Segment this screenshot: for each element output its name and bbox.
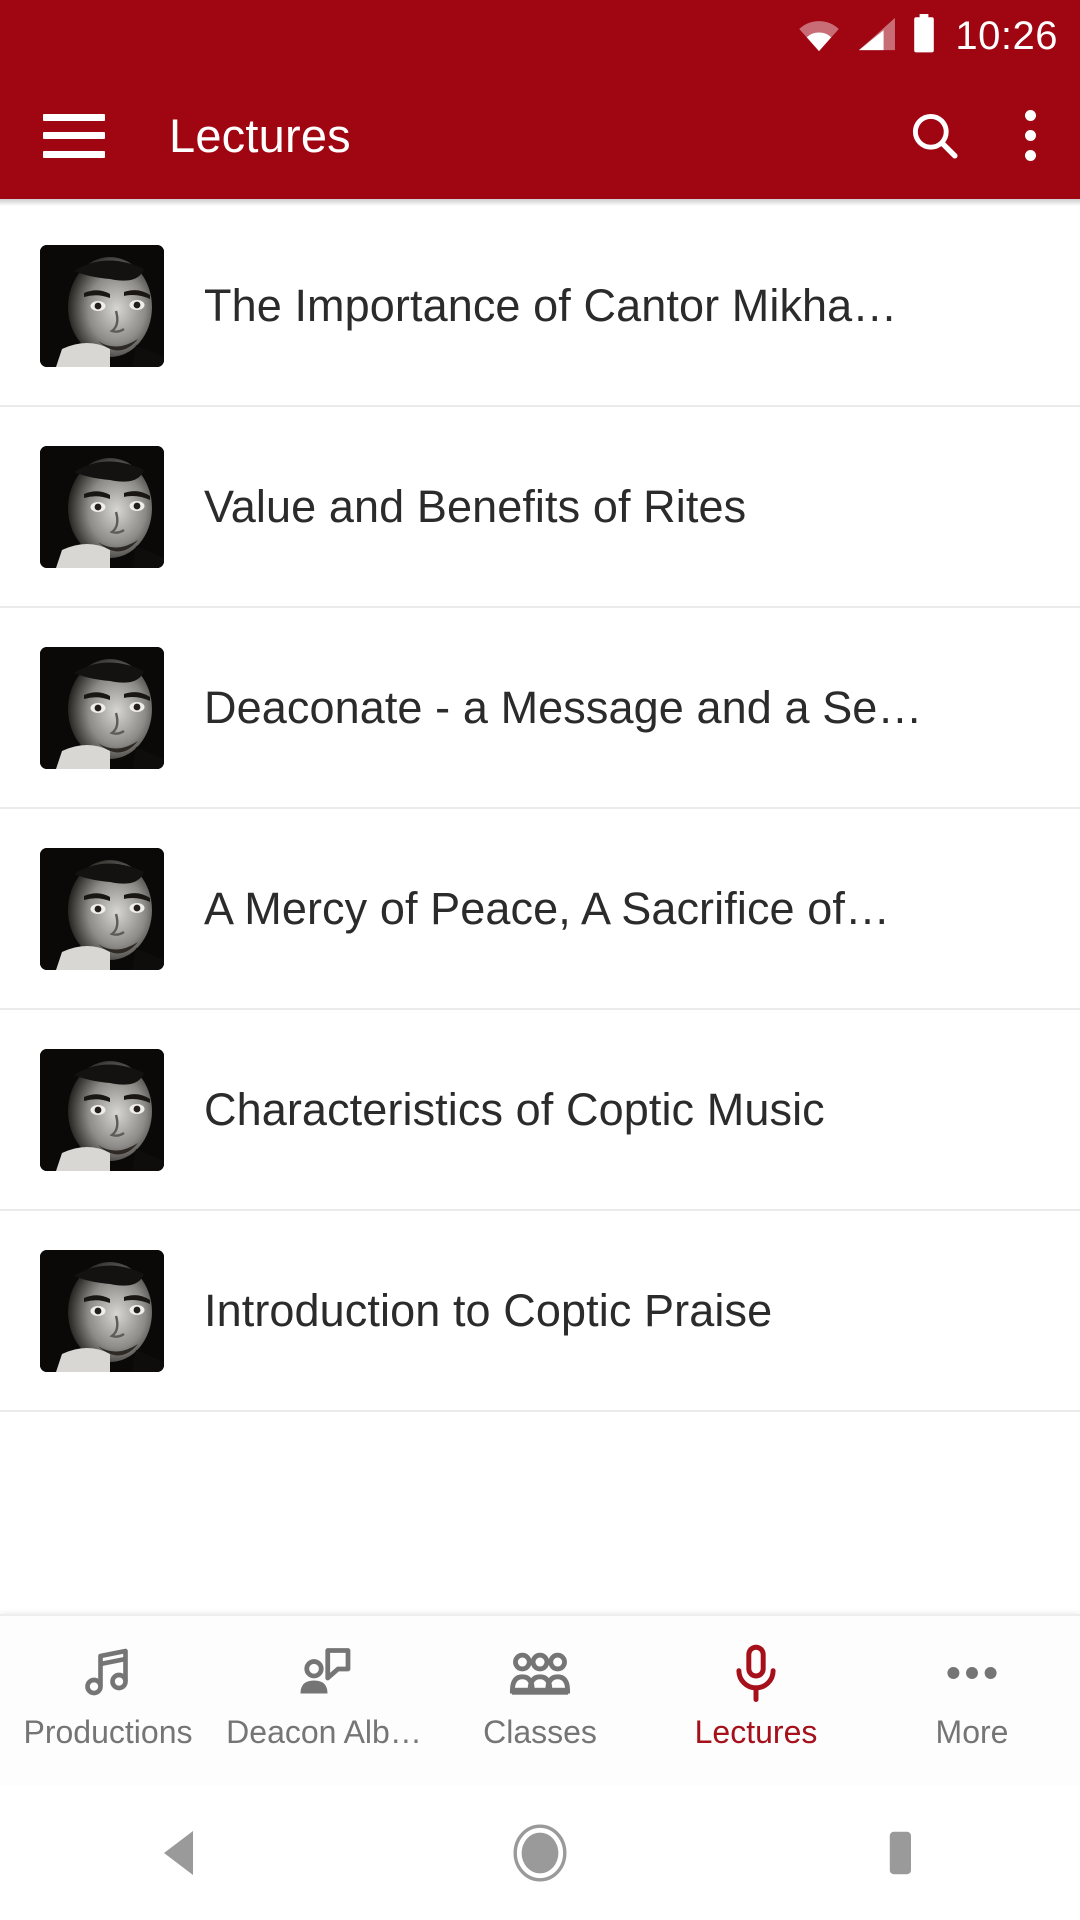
nav-item-more[interactable]: More xyxy=(864,1616,1080,1751)
speaker-portrait-thumbnail xyxy=(40,847,164,970)
nav-item-lectures[interactable]: Lectures xyxy=(648,1616,864,1751)
page-title: Lectures xyxy=(169,109,351,162)
app-bar-shadow xyxy=(0,199,1080,206)
list-item-title: Value and Benefits of Rites xyxy=(204,480,747,532)
app-bar-actions xyxy=(907,104,1052,167)
nav-label: Classes xyxy=(483,1714,597,1750)
speaker-portrait-thumbnail xyxy=(40,445,164,568)
microphone-icon xyxy=(726,1640,786,1706)
nav-label: Deacon Alb… xyxy=(226,1714,422,1750)
nav-label: Lectures xyxy=(694,1714,818,1750)
wifi-icon xyxy=(797,16,841,57)
search-icon[interactable] xyxy=(907,108,963,164)
cellular-signal-icon xyxy=(855,16,897,57)
app-bar: Lectures xyxy=(0,72,1080,199)
lecture-list[interactable]: The Importance of Cantor Mikha… Value an… xyxy=(0,206,1080,1606)
phone-screen: 10:26 Lectures The Importance of Cantor … xyxy=(0,0,1080,1920)
nav-label: More xyxy=(935,1714,1009,1750)
speaker-portrait-thumbnail xyxy=(40,646,164,769)
nav-item-classes[interactable]: Classes xyxy=(432,1616,648,1751)
music-note-icon xyxy=(78,1640,138,1706)
list-item-title: Introduction to Coptic Praise xyxy=(204,1284,773,1336)
list-item[interactable]: Characteristics of Coptic Music xyxy=(0,1010,1080,1211)
group-people-icon xyxy=(509,1640,571,1706)
list-item[interactable]: A Mercy of Peace, A Sacrifice of… xyxy=(0,809,1080,1010)
android-system-navigation xyxy=(0,1785,1080,1920)
recents-square-icon[interactable] xyxy=(810,1785,990,1920)
speaker-portrait-thumbnail xyxy=(40,244,164,367)
battery-icon xyxy=(911,13,937,59)
status-bar: 10:26 xyxy=(0,0,1080,72)
nav-item-deacon-albums[interactable]: Deacon Alb… xyxy=(216,1616,432,1751)
list-item-title: A Mercy of Peace, A Sacrifice of… xyxy=(204,882,891,934)
list-item-title: Characteristics of Coptic Music xyxy=(204,1083,825,1135)
home-circle-icon[interactable] xyxy=(450,1785,630,1920)
bottom-navigation-bar: Productions Deacon Alb… Classes Lectures… xyxy=(0,1614,1080,1785)
hamburger-menu-icon[interactable] xyxy=(43,113,105,158)
status-bar-icons xyxy=(797,13,937,59)
list-item-title: The Importance of Cantor Mikha… xyxy=(204,279,898,331)
back-triangle-icon[interactable] xyxy=(90,1785,270,1920)
speaker-portrait-thumbnail xyxy=(40,1048,164,1171)
list-item[interactable]: Introduction to Coptic Praise xyxy=(0,1211,1080,1412)
list-item[interactable]: Value and Benefits of Rites xyxy=(0,407,1080,608)
list-item-title: Deaconate - a Message and a Se… xyxy=(204,681,923,733)
speaker-portrait-thumbnail xyxy=(40,1249,164,1372)
nav-item-productions[interactable]: Productions xyxy=(0,1616,216,1751)
list-item[interactable]: The Importance of Cantor Mikha… xyxy=(0,206,1080,407)
overflow-menu-icon[interactable] xyxy=(1009,104,1052,167)
person-speech-bubble-icon xyxy=(294,1640,354,1706)
more-horizontal-icon xyxy=(941,1640,1003,1706)
nav-label: Productions xyxy=(23,1714,193,1750)
list-item[interactable]: Deaconate - a Message and a Se… xyxy=(0,608,1080,809)
status-bar-clock: 10:26 xyxy=(955,14,1058,58)
